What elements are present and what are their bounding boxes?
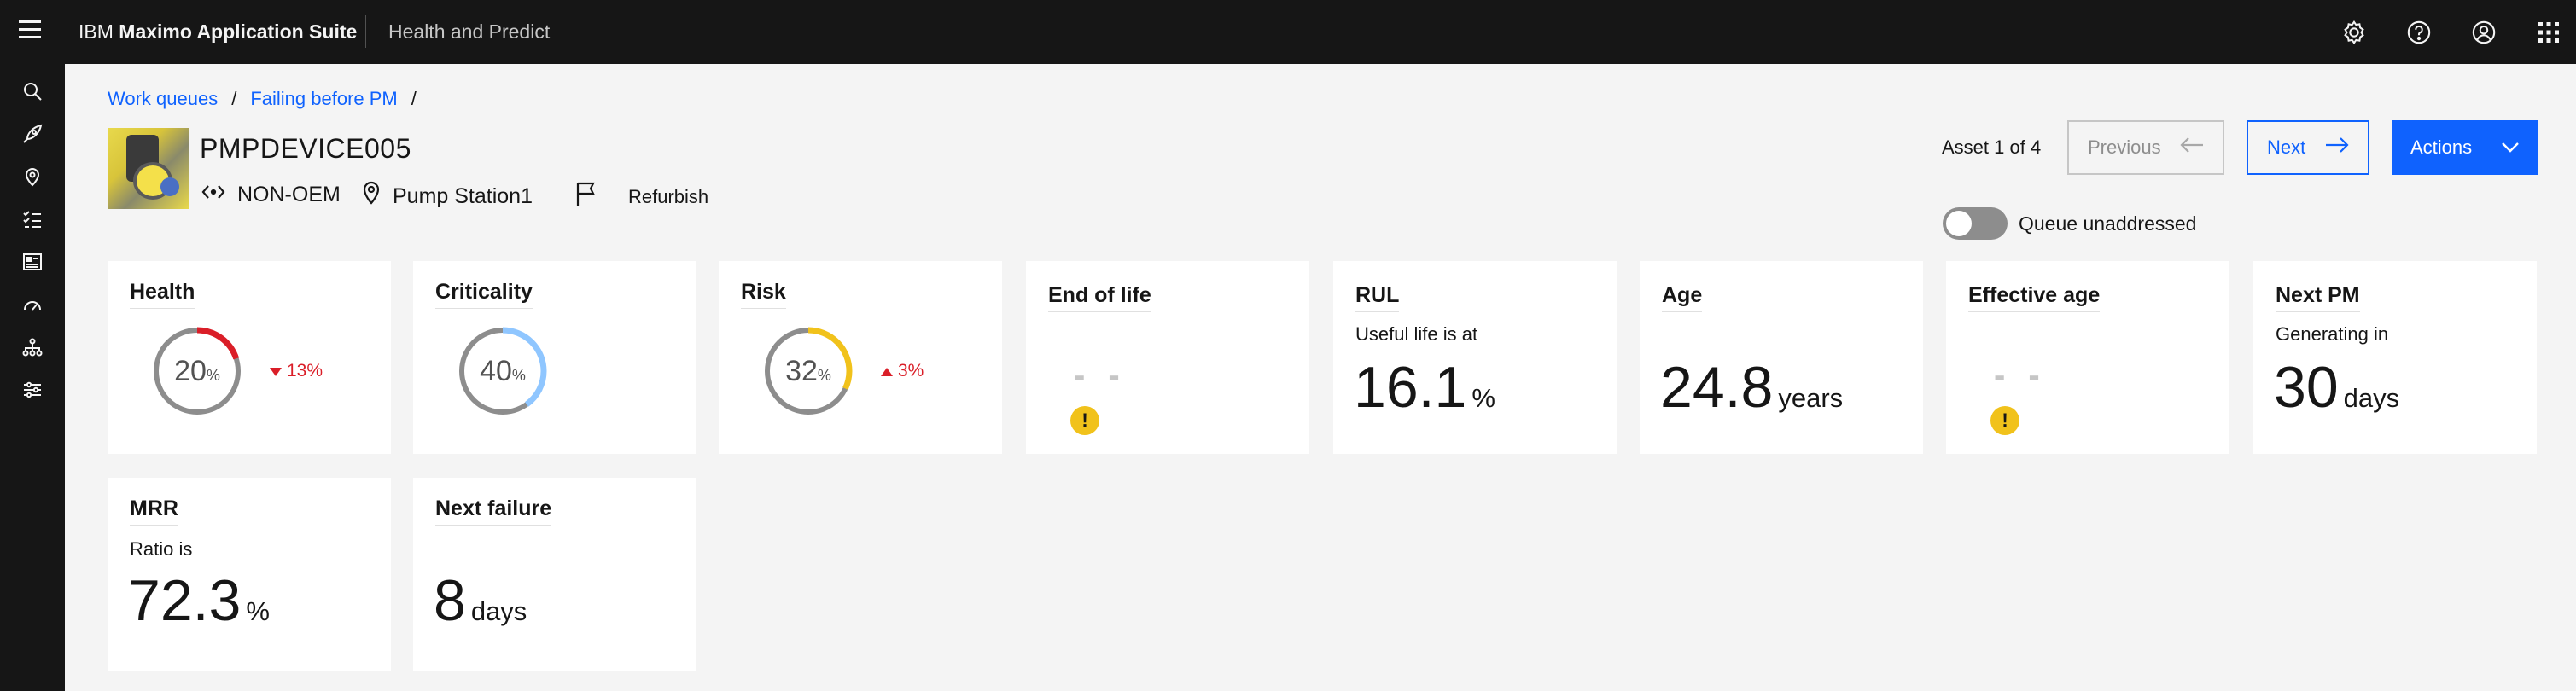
empty-value: - -: [1074, 357, 1127, 394]
sliders-icon[interactable]: [19, 376, 46, 404]
card-subtitle: Useful life is at: [1355, 323, 1478, 345]
breadcrumb-failing-before-pm[interactable]: Failing before PM: [250, 87, 397, 111]
checklist-icon[interactable]: [19, 206, 46, 233]
dashboard-icon[interactable]: [19, 248, 46, 276]
side-nav: [0, 64, 65, 691]
rocket-icon[interactable]: [19, 120, 46, 148]
card-title: Next failure: [435, 495, 552, 526]
breadcrumb-work-queues[interactable]: Work queues: [108, 87, 218, 111]
location-icon[interactable]: [19, 163, 46, 190]
asset-type: NON-OEM: [201, 181, 341, 208]
trend-value: 3%: [898, 361, 924, 380]
next-pm-card[interactable]: Next PM Generating in 30 days: [2253, 261, 2537, 454]
card-title: Risk: [741, 278, 786, 309]
next-button[interactable]: Next: [2247, 120, 2369, 175]
chevron-down-icon: [2501, 136, 2520, 159]
caret-down-icon: [270, 361, 282, 381]
flag-icon: [575, 181, 597, 213]
trend-value: 13%: [287, 361, 323, 380]
flag-label: Refurbish: [628, 186, 709, 207]
effective-age-card[interactable]: Effective age - - !: [1946, 261, 2229, 454]
app-brand[interactable]: IBM Maximo Application Suite: [79, 19, 357, 44]
mrr-value: 72.3%: [128, 568, 270, 633]
user-icon[interactable]: [2467, 15, 2501, 49]
health-trend: 13%: [270, 361, 323, 381]
meter-icon[interactable]: [19, 291, 46, 318]
risk-card[interactable]: Risk 32% 3%: [719, 261, 1002, 454]
location-pin-icon: [362, 181, 381, 212]
breadcrumb-separator: /: [231, 88, 237, 109]
card-title: End of life: [1048, 282, 1151, 312]
breadcrumb-separator: /: [411, 88, 417, 109]
divider: [365, 15, 366, 48]
breadcrumb: Work queues / Failing before PM /: [108, 87, 430, 111]
asset-location: Pump Station1: [362, 181, 533, 212]
age-card[interactable]: Age 24.8 years: [1640, 261, 1923, 454]
gauge-value: 40%: [480, 354, 526, 387]
settings-icon[interactable]: [2337, 15, 2371, 49]
previous-label: Previous: [2088, 136, 2161, 158]
gauge-value: 20%: [174, 354, 220, 387]
next-failure-card[interactable]: Next failure 8 days: [413, 478, 696, 671]
warning-icon: !: [1070, 406, 1099, 435]
next-label: Next: [2267, 136, 2306, 158]
top-bar: IBM Maximo Application Suite Health and …: [0, 0, 2576, 64]
health-card[interactable]: Health 20% 13%: [108, 261, 391, 454]
card-title: MRR: [130, 495, 178, 526]
next-pm-value: 30 days: [2274, 355, 2400, 420]
toggle-knob: [1946, 211, 1972, 236]
card-title: RUL: [1355, 282, 1400, 312]
menu-icon[interactable]: [19, 20, 44, 43]
hierarchy-icon[interactable]: [19, 334, 46, 361]
card-title: Health: [130, 278, 195, 309]
asset-count: Asset 1 of 4: [1942, 136, 2042, 158]
rul-card[interactable]: RUL Useful life is at 16.1%: [1333, 261, 1617, 454]
asset-flag[interactable]: Refurbish: [575, 181, 708, 213]
empty-value: - -: [1994, 357, 2047, 394]
gauge-value: 32%: [785, 354, 831, 387]
data-connection-icon: [201, 181, 225, 208]
asset-location-label: Pump Station1: [393, 184, 533, 208]
caret-up-icon: [881, 361, 893, 381]
asset-type-label: NON-OEM: [237, 183, 341, 206]
queue-unaddressed-label: Queue unaddressed: [2019, 212, 2197, 235]
risk-trend: 3%: [881, 361, 924, 381]
asset-title: PMPDEVICE005: [200, 133, 411, 164]
end-of-life-card[interactable]: End of life - - !: [1026, 261, 1309, 454]
queue-unaddressed-toggle[interactable]: [1943, 207, 2008, 240]
asset-image: [108, 128, 189, 209]
warning-icon: !: [1990, 406, 2019, 435]
arrow-right-icon: [2325, 136, 2349, 159]
app-switcher-icon[interactable]: [2532, 15, 2566, 49]
search-icon[interactable]: [19, 78, 46, 105]
actions-label: Actions: [2410, 136, 2473, 158]
next-failure-value: 8 days: [434, 568, 527, 633]
actions-button[interactable]: Actions: [2392, 120, 2538, 175]
card-subtitle: Ratio is: [130, 538, 193, 560]
card-title: Age: [1662, 282, 1703, 312]
mrr-card[interactable]: MRR Ratio is 72.3%: [108, 478, 391, 671]
age-value: 24.8 years: [1660, 355, 1844, 420]
help-icon[interactable]: [2402, 15, 2436, 49]
card-title: Criticality: [435, 278, 533, 309]
card-subtitle: Generating in: [2276, 323, 2389, 345]
criticality-card[interactable]: Criticality 40%: [413, 261, 696, 454]
arrow-left-icon: [2180, 136, 2204, 159]
card-title: Effective age: [1968, 282, 2101, 312]
product-name: Health and Predict: [388, 20, 551, 43]
rul-value: 16.1%: [1354, 355, 1495, 420]
card-title: Next PM: [2276, 282, 2360, 312]
previous-button[interactable]: Previous: [2067, 120, 2224, 175]
